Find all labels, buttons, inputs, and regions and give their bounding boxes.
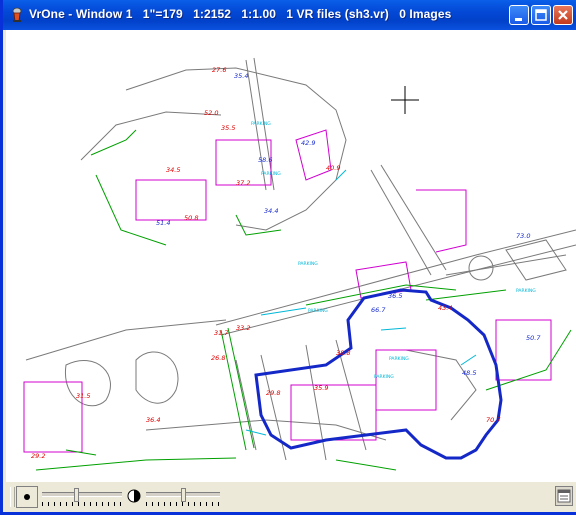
elevation-label: 36.4 [146,416,160,424]
zoom-box-button[interactable] [16,486,38,508]
panel-button[interactable] [555,486,573,506]
parking-tag: PARKING [389,356,409,362]
zoom-box-icon [24,494,30,500]
elevation-label: 29.8 [266,389,280,397]
elevation-label: 27.6 [212,66,226,74]
parking-tag: PARKING [308,308,328,314]
window-title: VrOne - Window 1 1"=179 1:2152 1:1.00 1 … [29,7,452,21]
elevation-label: 70.7 [486,416,501,424]
elevation-label: 43.4 [438,304,452,312]
vector-map[interactable]: 27.6 35.4 52.035.5 34.5 58.6 37.2 50.8 42.9 40.9… [6,30,576,482]
elevation-label: 35.4 [234,72,248,80]
elevation-label: 26.8 [211,354,225,362]
brightness-button[interactable] [126,486,148,508]
elevation-label: 73.0 [516,232,530,240]
elevation-label: 31.7 [214,329,229,337]
elevation-labels: 27.6 35.4 52.035.5 34.5 58.6 37.2 50.8 42.9 40.9… [31,66,541,460]
elevation-label: 58.6 [258,156,272,164]
contrast-icon [127,489,141,503]
elevation-label: 35.9 [314,384,328,392]
elevation-label: 51.4 [156,219,170,227]
elevation-label: 42.9 [301,139,315,147]
vrone-window: VrOne - Window 1 1"=179 1:2152 1:1.00 1 … [0,0,576,515]
zoom-slider-thumb[interactable] [74,488,79,502]
elevation-label: 35.5 [221,124,235,132]
elevation-label: 48.5 [462,369,476,377]
elevation-label: 52.0 [204,109,218,117]
parking-tag: PARKING [251,121,271,127]
minimize-button[interactable] [509,5,529,25]
panel-icon [557,489,571,503]
elevation-label: 29.2 [31,452,45,460]
elevation-label: 50.8 [184,214,198,222]
brightness-slider-thumb[interactable] [181,488,186,502]
zoom-slider[interactable] [42,488,122,506]
elevation-label: 34.5 [166,166,180,174]
parking-tag: PARKING [298,261,318,267]
elevation-label: 31.5 [76,392,90,400]
elevation-label: 34.4 [264,207,278,215]
elevation-label: 38.8 [336,349,350,357]
elevation-label: 50.7 [526,334,541,342]
vrone-app-icon[interactable] [9,7,25,23]
title-bar[interactable]: VrOne - Window 1 1"=179 1:2152 1:1.00 1 … [3,0,576,30]
maximize-icon [535,9,547,21]
elevation-label: 66.7 [371,306,386,314]
elevation-label: 40.9 [326,164,340,172]
bottom-toolbar [6,482,576,512]
crosshair-icon [391,86,419,114]
parking-tag: PARKING [516,288,536,294]
elevation-label: 33.2 [236,324,250,332]
parking-tag: PARKING [261,171,281,177]
parking-tag: PARKING [374,374,394,380]
close-button[interactable] [553,5,573,25]
close-icon [558,10,568,20]
road-lines [25,57,576,461]
elevation-label: 37.2 [236,179,250,187]
minimize-icon [515,18,522,21]
map-canvas[interactable]: 27.6 35.4 52.0 35.5 34.5 58.6 37.2 50.8 42.9 40.9… [6,30,576,482]
brightness-slider[interactable] [146,488,220,506]
maximize-button[interactable] [531,5,551,25]
elevation-label: 36.5 [388,292,402,300]
toolbar-grip[interactable] [10,487,15,507]
